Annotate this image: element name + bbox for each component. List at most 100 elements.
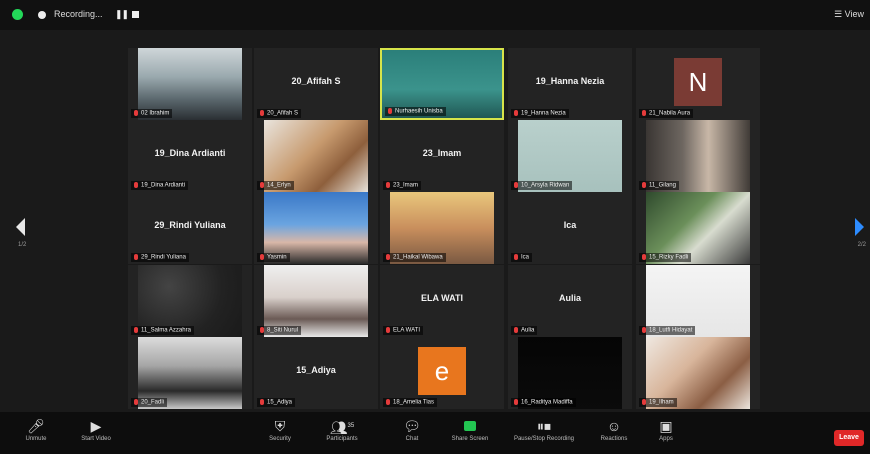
muted-mic-icon <box>386 399 390 406</box>
recording-label: Recording... <box>54 9 103 19</box>
participant-tile[interactable]: 14_Erlyn <box>254 120 378 192</box>
participant-label: 02 Ibrahim <box>131 109 173 118</box>
participant-label: 18_Amelia Tias <box>383 398 438 407</box>
muted-mic-icon <box>260 254 264 261</box>
participants-icon: 👥︎35 <box>329 419 355 436</box>
participant-avatar: N <box>674 58 722 106</box>
participant-tile[interactable]: Yasmin <box>254 192 378 264</box>
participant-label: 19_Hanna Nezia <box>511 109 569 118</box>
participant-tile[interactable]: 18_Lutfi Hidayat <box>636 265 760 337</box>
participant-tile[interactable]: Aulia Aulia <box>508 265 632 337</box>
microphone-muted-icon: 🎤︎ <box>27 418 45 434</box>
participant-tile[interactable]: ELA WATI ELA WATI <box>380 265 504 337</box>
participant-tile[interactable]: 19_Ilham <box>636 337 760 409</box>
participant-tile[interactable]: 20_Fadli <box>128 337 252 409</box>
participant-tile[interactable]: 21_Haikal Wibawa <box>380 192 504 264</box>
previous-page-icon[interactable] <box>16 218 25 236</box>
next-page-icon[interactable] <box>855 218 864 236</box>
muted-mic-icon <box>386 254 390 261</box>
apps-button[interactable]: ▣ Apps <box>636 416 696 442</box>
stop-recording-icon[interactable] <box>132 11 139 18</box>
participant-tile[interactable]: 29_Rindi Yuliana 29_Rindi Yuliana <box>128 192 252 264</box>
participant-name: 19_Hanna Nezia <box>535 76 605 86</box>
start-video-button[interactable]: ▶ Start Video <box>66 416 126 442</box>
muted-mic-icon <box>642 110 646 117</box>
participant-tile[interactable]: 11_Gilang <box>636 120 760 192</box>
participant-tile[interactable]: 19_Dina Ardianti 19_Dina Ardianti <box>128 120 252 192</box>
reactions-button[interactable]: ☺ Reactions <box>584 416 644 442</box>
participant-tile[interactable]: N 21_Nabila Aura <box>636 48 760 120</box>
participant-label: 21_Nabila Aura <box>639 109 694 118</box>
participant-name: Ica <box>563 220 577 230</box>
muted-mic-icon <box>134 327 138 334</box>
participant-label: 20_Afifah S <box>257 109 302 118</box>
participant-label: 23_Imam <box>383 181 422 190</box>
participant-tile[interactable]: 8_Siti Nurul <box>254 265 378 337</box>
participant-label: 21_Haikal Wibawa <box>383 253 446 262</box>
participant-label-text: 15_Adiya <box>267 400 293 406</box>
pause-stop-icon: ⏸⏹ <box>537 418 551 434</box>
participant-avatar: e <box>418 347 466 395</box>
participant-label-text: 21_Haikal Wibawa <box>393 255 443 261</box>
participant-label-text: 19_Ilham <box>649 400 674 406</box>
participant-label-text: ELA WATI <box>393 328 421 334</box>
unmute-button[interactable]: 🎤︎ Unmute <box>6 416 66 442</box>
participant-tile[interactable]: Ica Ica <box>508 192 632 264</box>
participant-label-text: 19_Hanna Nezia <box>521 111 566 117</box>
participant-tile[interactable]: e 18_Amelia Tias <box>380 337 504 409</box>
participant-tile[interactable]: 15_Adiya 15_Adiya <box>254 337 378 409</box>
participant-label-text: 16_Raditya Madiffa <box>521 400 573 406</box>
participant-label-text: Ica <box>521 255 530 261</box>
page-indicator-right: 2/2 <box>857 242 866 248</box>
participant-tile[interactable]: 15_Rizky Fadli <box>636 192 760 264</box>
participant-tile[interactable]: 16_Raditya Madiffa <box>508 337 632 409</box>
muted-mic-icon <box>642 399 646 406</box>
participant-tile[interactable]: 11_Salma Azzahra <box>128 265 252 337</box>
security-shield-icon[interactable] <box>12 9 23 20</box>
participant-name: 19_Dina Ardianti <box>154 148 226 158</box>
muted-mic-icon <box>642 182 646 189</box>
unmute-label: Unmute <box>25 436 47 442</box>
muted-mic-icon <box>134 110 138 117</box>
participant-tile[interactable]: 02 Ibrahim <box>128 48 252 120</box>
participant-label-text: Nurhaesih Unisba <box>395 109 443 115</box>
page-indicator-left: 1/2 <box>18 242 27 248</box>
participant-tile[interactable]: 10_Arsyla Ridwan <box>508 120 632 192</box>
pause-recording-button[interactable]: ⏸⏹ Pause/Stop Recording <box>504 416 584 442</box>
share-screen-icon <box>440 416 500 436</box>
muted-mic-icon <box>134 399 138 406</box>
pause-recording-icon[interactable]: ❚❚ <box>115 9 129 20</box>
share-screen-button[interactable]: Share Screen <box>440 416 500 442</box>
muted-mic-icon <box>134 182 138 189</box>
participant-tile[interactable]: 19_Hanna Nezia 19_Hanna Nezia <box>508 48 632 120</box>
participant-tile[interactable]: Nurhaesih Unisba <box>380 48 504 120</box>
participant-label: 10_Arsyla Ridwan <box>511 181 573 190</box>
pause-recording-label: Pause/Stop Recording <box>513 436 575 442</box>
security-label: Security <box>269 436 291 442</box>
muted-mic-icon <box>642 254 646 261</box>
chat-icon: 💬︎ <box>403 418 421 434</box>
participant-tile[interactable]: 20_Afifah S 20_Afifah S <box>254 48 378 120</box>
participant-label: Ica <box>511 253 533 262</box>
participant-label: 20_Fadli <box>131 398 168 407</box>
participant-name: 29_Rindi Yuliana <box>154 220 226 230</box>
participant-label-text: 21_Nabila Aura <box>649 111 691 117</box>
view-button[interactable]: ☰ View <box>834 9 864 20</box>
participant-label-text: 20_Fadli <box>141 400 165 406</box>
muted-mic-icon <box>260 110 264 117</box>
participant-tile[interactable]: 23_Imam 23_Imam <box>380 120 504 192</box>
participant-label: 15_Rizky Fadli <box>639 253 692 262</box>
top-bar: Recording... ❚❚ ☰ View <box>0 0 870 30</box>
participant-label: 19_Ilham <box>639 398 677 407</box>
security-button[interactable]: ⛨ Security <box>250 416 310 442</box>
view-label: View <box>844 9 864 19</box>
participant-label-text: 18_Lutfi Hidayat <box>649 328 693 334</box>
leave-button[interactable]: Leave <box>834 430 864 446</box>
video-off-icon: ▶ <box>90 418 102 434</box>
participant-label: 14_Erlyn <box>257 181 294 190</box>
muted-mic-icon <box>260 327 264 334</box>
participant-label: ELA WATI <box>383 326 424 335</box>
participants-button[interactable]: 👥︎35 Participants <box>312 416 372 442</box>
participant-label-text: Aulia <box>521 328 535 334</box>
chat-button[interactable]: 💬︎ Chat <box>382 416 442 442</box>
